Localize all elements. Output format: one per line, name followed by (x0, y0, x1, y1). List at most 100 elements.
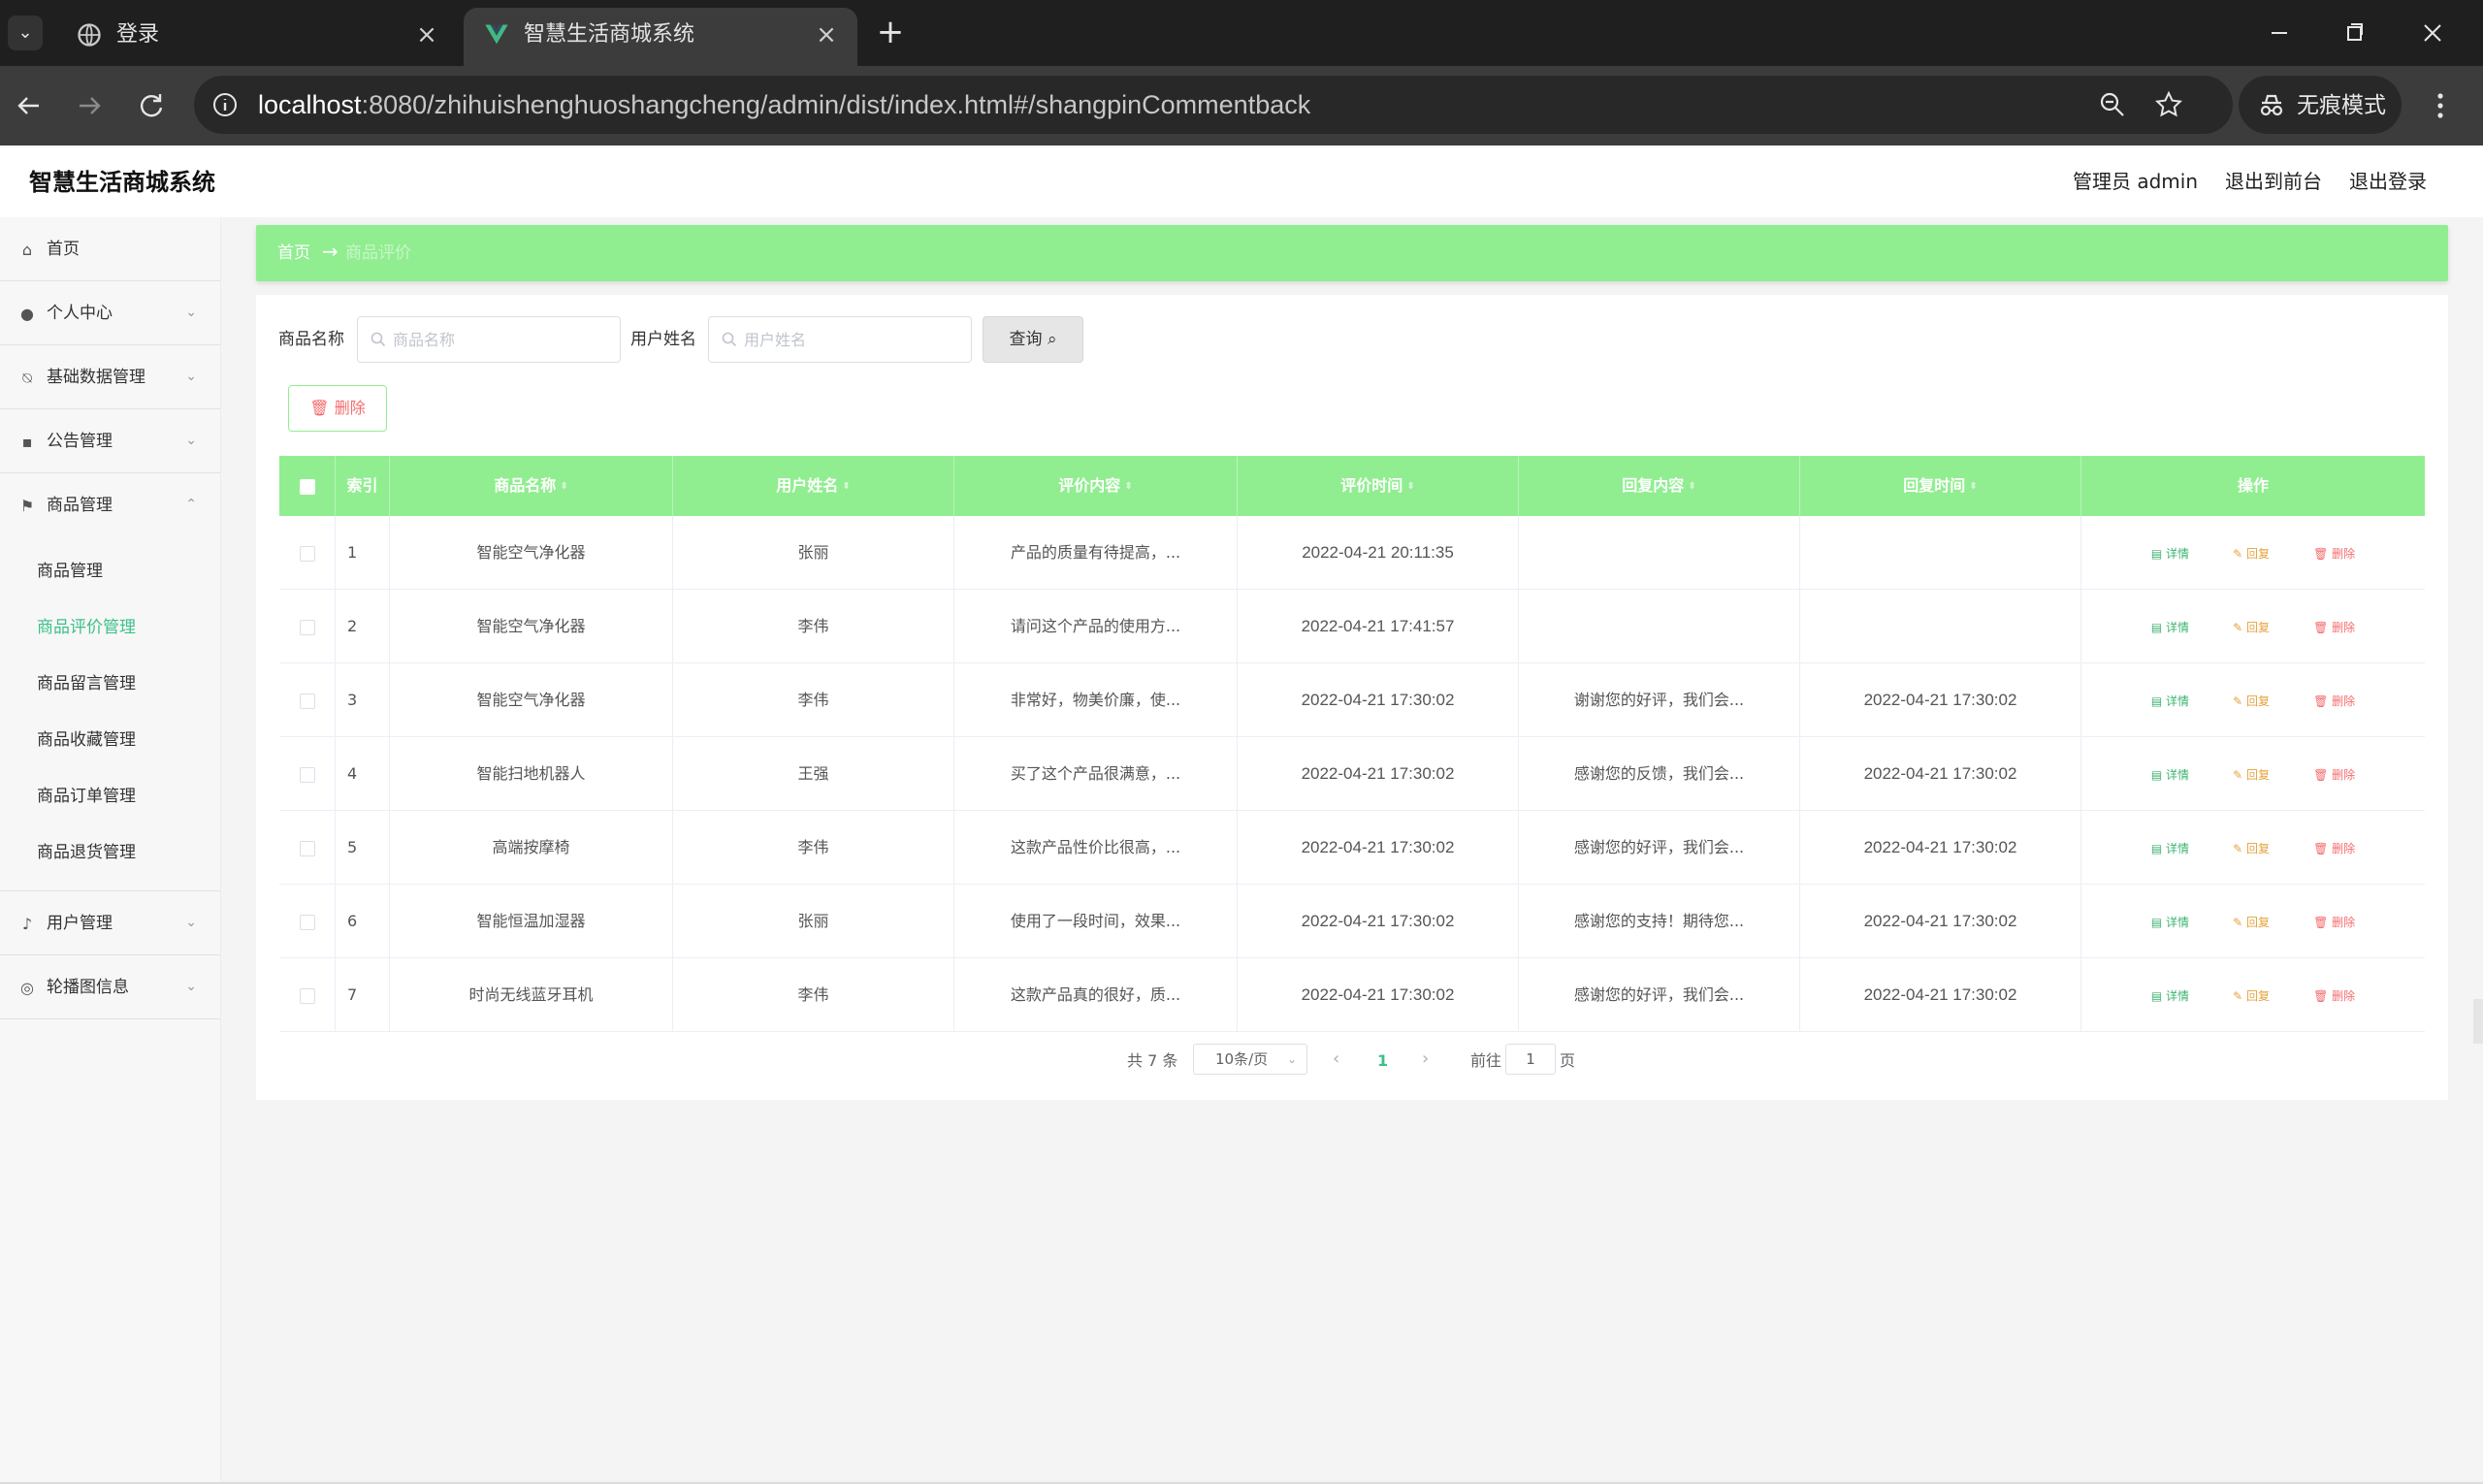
breadcrumb-home[interactable]: 首页 (277, 241, 310, 266)
detail-button[interactable]: ▤ 详情 (2151, 959, 2189, 1031)
sort-caret-icon[interactable]: ⬍ (560, 457, 567, 517)
product-name-input[interactable] (393, 325, 612, 354)
batch-delete-button[interactable]: 🗑 删除 (288, 385, 387, 432)
row-checkbox[interactable] (299, 840, 315, 856)
bookmark-star-icon[interactable] (2153, 89, 2184, 120)
op-label: 删除 (2332, 694, 2356, 708)
delete-button[interactable]: 🗑 删除 (2313, 886, 2355, 957)
sidebar-item-user-manage[interactable]: ♪ 用户管理 ⌄ (0, 891, 220, 955)
browser-menu-icon[interactable] (2419, 84, 2462, 127)
minimize-icon[interactable] (2256, 12, 2303, 54)
tab-close-icon[interactable]: × (413, 21, 440, 48)
back-to-frontend-link[interactable]: 退出到前台 (2225, 167, 2322, 196)
delete-button[interactable]: 🗑 删除 (2313, 959, 2355, 1031)
detail-button[interactable]: ▤ 详情 (2151, 517, 2189, 589)
detail-button[interactable]: ▤ 详情 (2151, 738, 2189, 810)
sidebar-item-notice[interactable]: ▪ 公告管理 ⌄ (0, 409, 220, 473)
header-time[interactable]: 评价时间 ⬍ (1238, 456, 1519, 516)
sidebar-item-carousel[interactable]: ◎ 轮播图信息 ⌄ (0, 955, 220, 1019)
row-checkbox[interactable] (299, 545, 315, 562)
sort-caret-icon[interactable]: ⬍ (1406, 457, 1414, 517)
url-text[interactable]: localhost:8080/zhihuishenghuoshangcheng/… (258, 88, 1310, 121)
reply-button[interactable]: ✎ 回复 (2233, 738, 2270, 810)
site-info-icon[interactable] (210, 89, 241, 120)
row-checkbox[interactable] (299, 914, 315, 930)
sidebar: ⌂ 首页 ● 个人中心 ⌄ ⍉ 基础数据管理 ⌄ ▪ 公告管理 ⌄ ⚑ 商品管理… (0, 217, 221, 1484)
browser-tab-mall[interactable]: 智慧生活商城系统 × (464, 8, 857, 66)
zoom-icon[interactable] (2097, 89, 2128, 120)
reply-button[interactable]: ✎ 回复 (2233, 517, 2270, 589)
delete-button[interactable]: 🗑 删除 (2313, 812, 2355, 884)
restore-icon[interactable] (2332, 12, 2378, 54)
sidebar-item-home[interactable]: ⌂ 首页 (0, 217, 220, 281)
delete-button[interactable]: 🗑 删除 (2313, 664, 2355, 736)
product-name-search[interactable] (357, 316, 621, 363)
submenu-product-manage[interactable]: 商品管理 (0, 543, 220, 599)
header-product[interactable]: 商品名称 ⬍ (390, 456, 673, 516)
detail-button[interactable]: ▤ 详情 (2151, 812, 2189, 884)
submenu-product-favorite[interactable]: 商品收藏管理 (0, 712, 220, 768)
reply-button[interactable]: ✎ 回复 (2233, 812, 2270, 884)
goto-page-input[interactable]: 1 (1505, 1044, 1556, 1075)
row-checkbox[interactable] (299, 693, 315, 709)
op-label: 删除 (2332, 621, 2356, 634)
detail-button[interactable]: ▤ 详情 (2151, 886, 2189, 957)
next-page-icon[interactable]: › (1422, 1048, 1429, 1071)
incognito-indicator[interactable]: 无痕模式 (2239, 76, 2402, 134)
reply-button[interactable]: ✎ 回复 (2233, 591, 2270, 662)
sidebar-item-product[interactable]: ⚑ 商品管理 ⌃ (0, 473, 220, 537)
sidebar-item-label: 基础数据管理 (47, 368, 145, 387)
page-size-select[interactable]: 10条/页 ⌄ (1193, 1044, 1307, 1075)
page-size-value: 10条/页 (1215, 1050, 1269, 1068)
back-arrow-icon[interactable] (8, 84, 50, 127)
header-ops: 操作 (2237, 476, 2269, 495)
header-reply-time[interactable]: 回复时间 ⬍ (1800, 456, 2081, 516)
header-reply[interactable]: 回复内容 ⬍ (1519, 456, 1800, 516)
logout-link[interactable]: 退出登录 (2349, 167, 2427, 196)
forward-arrow-icon[interactable] (68, 84, 111, 127)
tab-close-icon[interactable]: × (813, 21, 840, 48)
submenu-label: 商品订单管理 (37, 787, 136, 806)
browser-tab-login[interactable]: 登录 × (56, 8, 458, 66)
tab-search-chevron-icon[interactable]: ⌄ (8, 16, 43, 50)
cell-time: 2022-04-21 17:30:02 (1238, 885, 1519, 957)
row-checkbox[interactable] (299, 987, 315, 1004)
search-icon (722, 332, 737, 347)
cell-ops: ▤ 详情 ✎ 回复 🗑 删除 (2081, 885, 2425, 957)
sort-caret-icon[interactable]: ⬍ (1124, 457, 1132, 517)
row-checkbox[interactable] (299, 619, 315, 635)
submenu-product-message[interactable]: 商品留言管理 (0, 656, 220, 712)
chevron-down-icon: ⌄ (185, 915, 197, 930)
cell-index: 2 (336, 590, 390, 662)
reload-icon[interactable] (130, 84, 173, 127)
sidebar-item-base-data[interactable]: ⍉ 基础数据管理 ⌄ (0, 345, 220, 409)
sort-caret-icon[interactable]: ⬍ (842, 457, 850, 517)
scrollbar-thumb[interactable] (2473, 999, 2483, 1044)
user-name-input[interactable] (744, 325, 963, 354)
detail-button[interactable]: ▤ 详情 (2151, 664, 2189, 736)
close-window-icon[interactable] (2409, 12, 2456, 54)
query-button[interactable]: 查询 ⌕ (983, 316, 1083, 363)
new-tab-plus-icon[interactable]: + (871, 16, 910, 50)
sidebar-item-personal-center[interactable]: ● 个人中心 ⌄ (0, 281, 220, 345)
detail-button[interactable]: ▤ 详情 (2151, 591, 2189, 662)
prev-page-icon[interactable]: ‹ (1333, 1048, 1339, 1071)
header-user[interactable]: 用户姓名 ⬍ (673, 456, 954, 516)
delete-button[interactable]: 🗑 删除 (2313, 517, 2355, 589)
row-checkbox[interactable] (299, 766, 315, 783)
sort-caret-icon[interactable]: ⬍ (1688, 457, 1695, 517)
sort-caret-icon[interactable]: ⬍ (1969, 457, 1977, 517)
user-name-search[interactable] (708, 316, 972, 363)
delete-button[interactable]: 🗑 删除 (2313, 738, 2355, 810)
reply-button[interactable]: ✎ 回复 (2233, 959, 2270, 1031)
page-number-current[interactable]: 1 (1377, 1049, 1388, 1073)
submenu-product-order[interactable]: 商品订单管理 (0, 768, 220, 824)
address-bar[interactable]: localhost:8080/zhihuishenghuoshangcheng/… (194, 76, 2233, 134)
submenu-product-return[interactable]: 商品退货管理 (0, 824, 220, 881)
select-all-checkbox[interactable] (299, 478, 315, 495)
delete-button[interactable]: 🗑 删除 (2313, 591, 2355, 662)
submenu-product-comment[interactable]: 商品评价管理 (0, 599, 220, 656)
header-content[interactable]: 评价内容 ⬍ (954, 456, 1238, 516)
reply-button[interactable]: ✎ 回复 (2233, 664, 2270, 736)
reply-button[interactable]: ✎ 回复 (2233, 886, 2270, 957)
